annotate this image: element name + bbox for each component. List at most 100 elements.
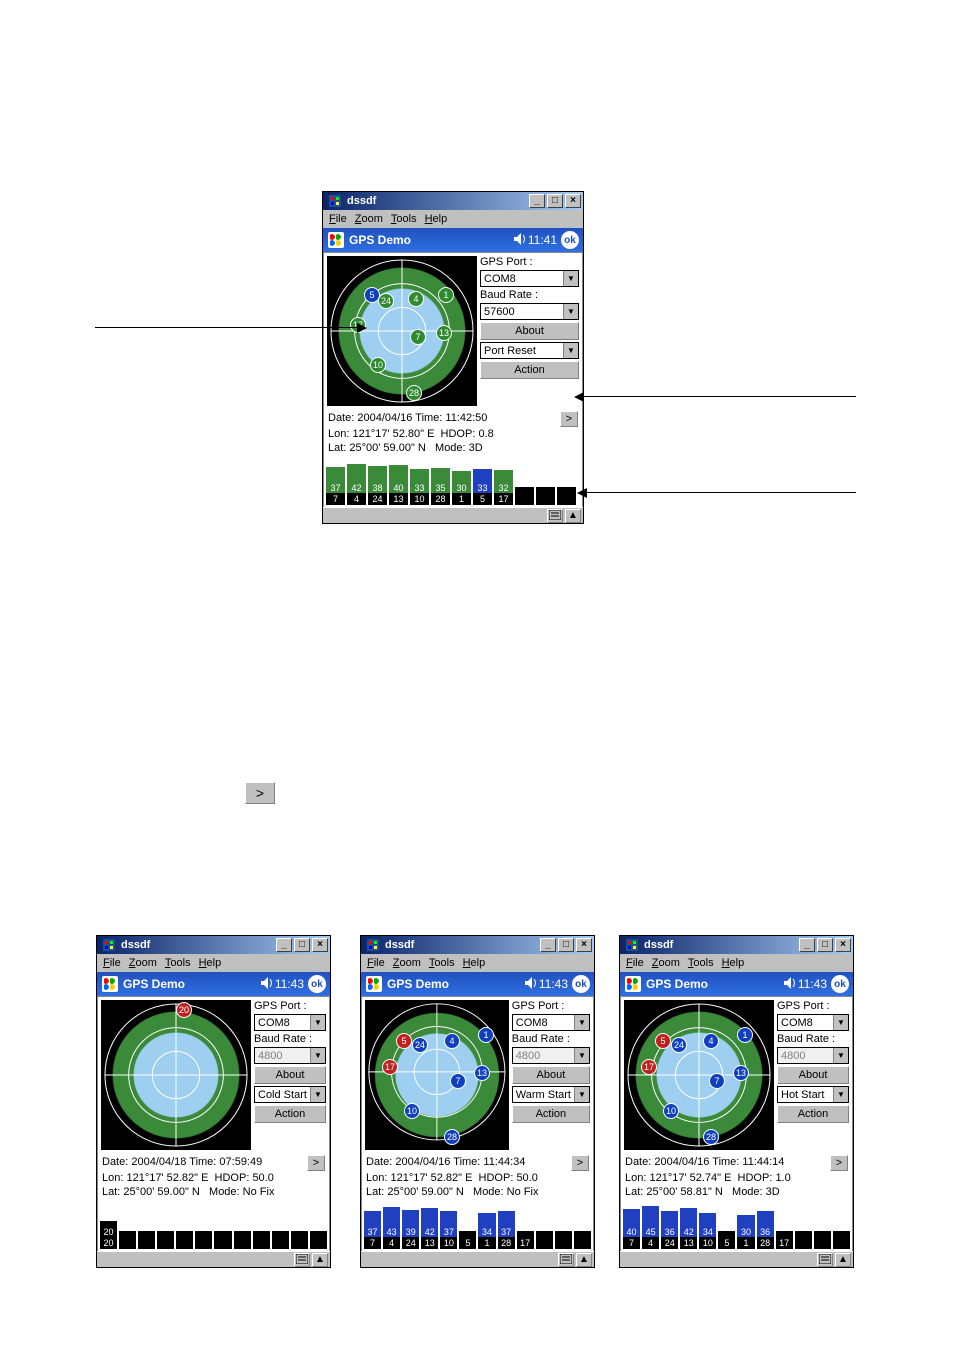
start-flag-icon[interactable] [365, 975, 383, 993]
maximize-button[interactable]: □ [547, 194, 563, 208]
about-button[interactable]: About [777, 1066, 849, 1084]
action-button[interactable]: Action [254, 1105, 326, 1123]
gps-port-select[interactable]: COM8▼ [254, 1014, 326, 1031]
minimize-button[interactable]: _ [540, 938, 556, 952]
annotation-arrowhead-right-1 [574, 392, 584, 402]
about-button[interactable]: About [480, 322, 579, 340]
gps-port-select[interactable]: COM8▼ [480, 270, 579, 287]
bar-id-empty [557, 493, 576, 505]
about-button[interactable]: About [512, 1066, 590, 1084]
bar-id-13: 13 [421, 1237, 438, 1249]
maximize-button[interactable]: □ [294, 938, 310, 952]
menu-file[interactable]: File [103, 957, 121, 969]
gps-port-select[interactable]: COM8▼ [777, 1014, 849, 1031]
bar-empty [214, 1203, 231, 1237]
menu-help[interactable]: Help [199, 957, 222, 969]
close-button[interactable]: × [835, 938, 851, 952]
lon-hdop-text: Lon: 121°17' 52.82" E HDOP: 50.0 [366, 1171, 589, 1185]
minimize-button[interactable]: _ [799, 938, 815, 952]
mode-select[interactable]: Hot Start▼ [777, 1086, 849, 1103]
lat-mode-text: Lat: 25°00' 59.00" N Mode: No Fix [102, 1185, 325, 1199]
ppc-app-title: GPS Demo [646, 977, 784, 991]
menu-help[interactable]: Help [425, 213, 448, 225]
baud-rate-select: 4800▼ [777, 1047, 849, 1064]
menu-tools[interactable]: Tools [165, 957, 191, 969]
menu-zoom[interactable]: Zoom [652, 957, 680, 969]
lat-mode-text: Lat: 25°00' 59.00" N Mode: No Fix [366, 1185, 589, 1199]
speaker-icon[interactable] [261, 977, 273, 992]
bar-empty [119, 1203, 136, 1237]
bar-id-24: 24 [661, 1237, 678, 1249]
menu-help[interactable]: Help [463, 957, 486, 969]
up-arrow-icon[interactable]: ▲ [312, 1253, 328, 1267]
bar-id-1: 1 [452, 493, 471, 505]
gps-port-select[interactable]: COM8▼ [512, 1014, 590, 1031]
menu-help[interactable]: Help [722, 957, 745, 969]
bar-empty [536, 459, 555, 493]
satellite-13: 13 [733, 1065, 749, 1081]
ok-button[interactable]: ok [831, 975, 849, 993]
next-button[interactable]: > [307, 1155, 325, 1171]
mode-select[interactable]: Cold Start▼ [254, 1086, 326, 1103]
ok-button[interactable]: ok [308, 975, 326, 993]
satellite-13: 13 [436, 325, 452, 341]
next-button[interactable]: > [830, 1155, 848, 1171]
minimize-button[interactable]: _ [529, 194, 545, 208]
next-button[interactable]: > [571, 1155, 589, 1171]
ppc-app-title: GPS Demo [387, 977, 525, 991]
menu-file[interactable]: File [329, 213, 347, 225]
close-button[interactable]: × [576, 938, 592, 952]
menu-zoom[interactable]: Zoom [393, 957, 421, 969]
start-flag-icon[interactable] [624, 975, 642, 993]
lon-hdop-text: Lon: 121°17' 52.74" E HDOP: 1.0 [625, 1171, 848, 1185]
menu-file[interactable]: File [367, 957, 385, 969]
maximize-button[interactable]: □ [558, 938, 574, 952]
maximize-button[interactable]: □ [817, 938, 833, 952]
signal-bars: 37423840333530333274241310281517 [323, 457, 583, 507]
statusbar: ▲ [323, 507, 583, 523]
up-arrow-icon[interactable]: ▲ [835, 1253, 851, 1267]
menu-file[interactable]: File [626, 957, 644, 969]
bar-id-24: 24 [402, 1237, 419, 1249]
baud-rate-select: 4800▼ [512, 1047, 590, 1064]
bar-id-empty [574, 1237, 591, 1249]
chevron-down-icon: ▼ [563, 271, 578, 286]
menu-tools[interactable]: Tools [429, 957, 455, 969]
bar-id-empty [157, 1237, 174, 1249]
mode-select[interactable]: Warm Start▼ [512, 1086, 590, 1103]
minimize-button[interactable]: _ [276, 938, 292, 952]
start-flag-icon[interactable] [327, 231, 345, 249]
close-button[interactable]: × [565, 194, 581, 208]
menu-tools[interactable]: Tools [688, 957, 714, 969]
sip-keyboard-icon[interactable] [294, 1253, 310, 1267]
ok-button[interactable]: ok [572, 975, 590, 993]
menubar: File Zoom Tools Help [323, 210, 583, 228]
close-button[interactable]: × [312, 938, 328, 952]
ppc-header: GPS Demo 11:41 ok [323, 228, 583, 252]
mode-select[interactable]: Port Reset▼ [480, 342, 579, 359]
arrow-button-example[interactable]: > [245, 782, 275, 804]
gps-port-label: GPS Port : [777, 1000, 849, 1012]
action-button[interactable]: Action [480, 361, 579, 379]
menu-tools[interactable]: Tools [391, 213, 417, 225]
next-button[interactable]: > [560, 411, 578, 427]
sip-keyboard-icon[interactable] [547, 509, 563, 523]
sip-keyboard-icon[interactable] [817, 1253, 833, 1267]
action-button[interactable]: Action [777, 1105, 849, 1123]
speaker-icon[interactable] [525, 977, 537, 992]
action-button[interactable]: Action [512, 1105, 590, 1123]
bar-5: 33 [473, 459, 492, 493]
baud-rate-select[interactable]: 57600▼ [480, 303, 579, 320]
menu-zoom[interactable]: Zoom [129, 957, 157, 969]
menu-zoom[interactable]: Zoom [355, 213, 383, 225]
ok-button[interactable]: ok [561, 231, 579, 249]
chevron-down-icon: ▼ [833, 1087, 848, 1102]
sip-keyboard-icon[interactable] [558, 1253, 574, 1267]
up-arrow-icon[interactable]: ▲ [565, 509, 581, 523]
speaker-icon[interactable] [784, 977, 796, 992]
satellite-20: 20 [176, 1002, 192, 1018]
speaker-icon[interactable] [514, 233, 526, 248]
start-flag-icon[interactable] [101, 975, 119, 993]
up-arrow-icon[interactable]: ▲ [576, 1253, 592, 1267]
about-button[interactable]: About [254, 1066, 326, 1084]
